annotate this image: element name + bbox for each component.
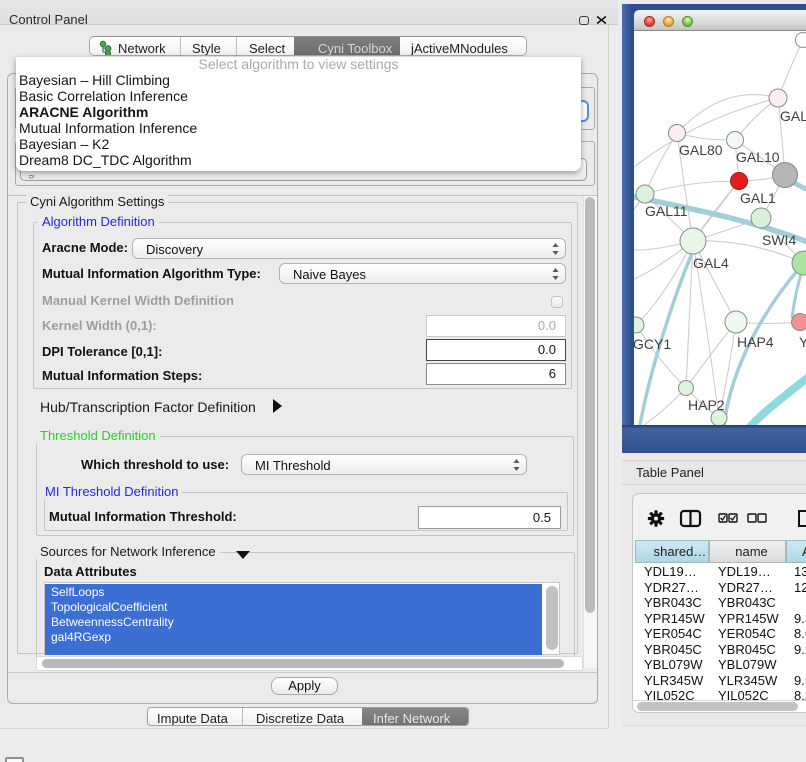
- svg-text:GAL1: GAL1: [740, 190, 776, 206]
- svg-text:GCY1: GCY1: [634, 336, 671, 352]
- svg-text:HAP4: HAP4: [737, 334, 774, 350]
- svg-text:Y: Y: [799, 334, 806, 350]
- svg-text:GAL10: GAL10: [736, 149, 780, 165]
- svg-text:HAP2: HAP2: [688, 397, 725, 413]
- svg-text:SWI4: SWI4: [762, 232, 796, 248]
- svg-text:GAL11: GAL11: [645, 203, 688, 219]
- svg-text:GAL: GAL: [780, 108, 806, 124]
- svg-text:GAL4: GAL4: [693, 255, 729, 271]
- svg-text:GAL80: GAL80: [679, 142, 723, 158]
